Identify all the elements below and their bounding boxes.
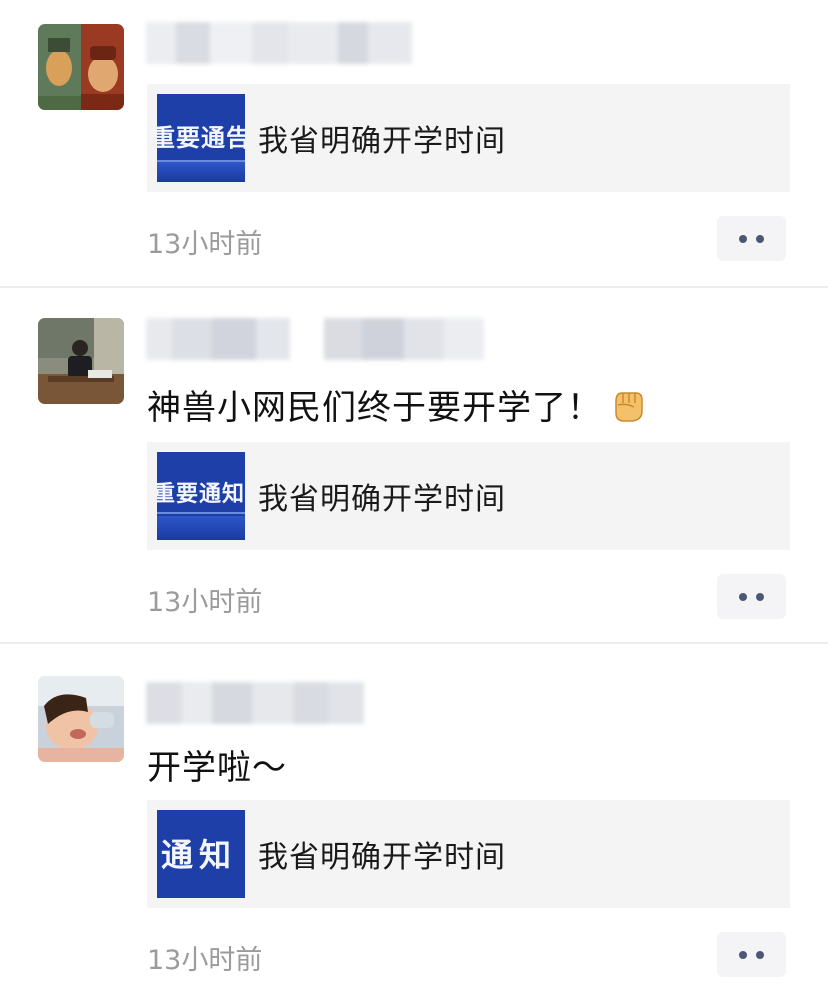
thumbnail-text: 重要通告 (157, 123, 245, 152)
feed-post: 重要通告 我省明确开学时间 13小时前 (0, 0, 828, 286)
post-text: 开学啦～ (147, 748, 287, 788)
dot-icon (756, 951, 764, 959)
link-thumbnail: 重要通告 (157, 94, 245, 182)
dot-icon (756, 235, 764, 243)
link-title: 我省明确开学时间 (258, 840, 506, 875)
more-options-button[interactable] (717, 216, 786, 261)
link-title: 我省明确开学时间 (258, 124, 506, 159)
avatar[interactable] (38, 318, 124, 404)
post-timestamp: 13小时前 (147, 229, 263, 260)
username-blurred[interactable] (146, 22, 412, 64)
dot-icon (756, 593, 764, 601)
dot-icon (739, 593, 747, 601)
link-card[interactable]: 重要通知 我省明确开学时间 (147, 442, 790, 550)
thumbnail-text: 通知 (161, 836, 238, 874)
post-text: 神兽小网民们终于要开学了！ (147, 380, 648, 434)
raised-fist-emoji (608, 385, 648, 434)
post-timestamp: 13小时前 (147, 945, 263, 976)
username-blurred[interactable] (146, 682, 364, 724)
link-card[interactable]: 通知 我省明确开学时间 (147, 800, 790, 908)
more-options-button[interactable] (717, 574, 786, 619)
dot-icon (739, 235, 747, 243)
link-title: 我省明确开学时间 (258, 482, 506, 517)
link-thumbnail: 通知 (157, 810, 245, 898)
username-blurred[interactable] (146, 318, 484, 360)
link-card[interactable]: 重要通告 我省明确开学时间 (147, 84, 790, 192)
thumbnail-text: 重要通知 (157, 481, 245, 507)
avatar[interactable] (38, 24, 124, 110)
feed-post: 开学啦～ 通知 我省明确开学时间 13小时前 (0, 644, 828, 1001)
feed-post: 神兽小网民们终于要开学了！ 重要通知 我省明确开学时间 13小时前 (0, 288, 828, 642)
post-timestamp: 13小时前 (147, 587, 263, 618)
link-thumbnail: 重要通知 (157, 452, 245, 540)
more-options-button[interactable] (717, 932, 786, 977)
avatar[interactable] (38, 676, 124, 762)
dot-icon (739, 951, 747, 959)
post-text-content: 神兽小网民们终于要开学了！ (147, 388, 602, 428)
